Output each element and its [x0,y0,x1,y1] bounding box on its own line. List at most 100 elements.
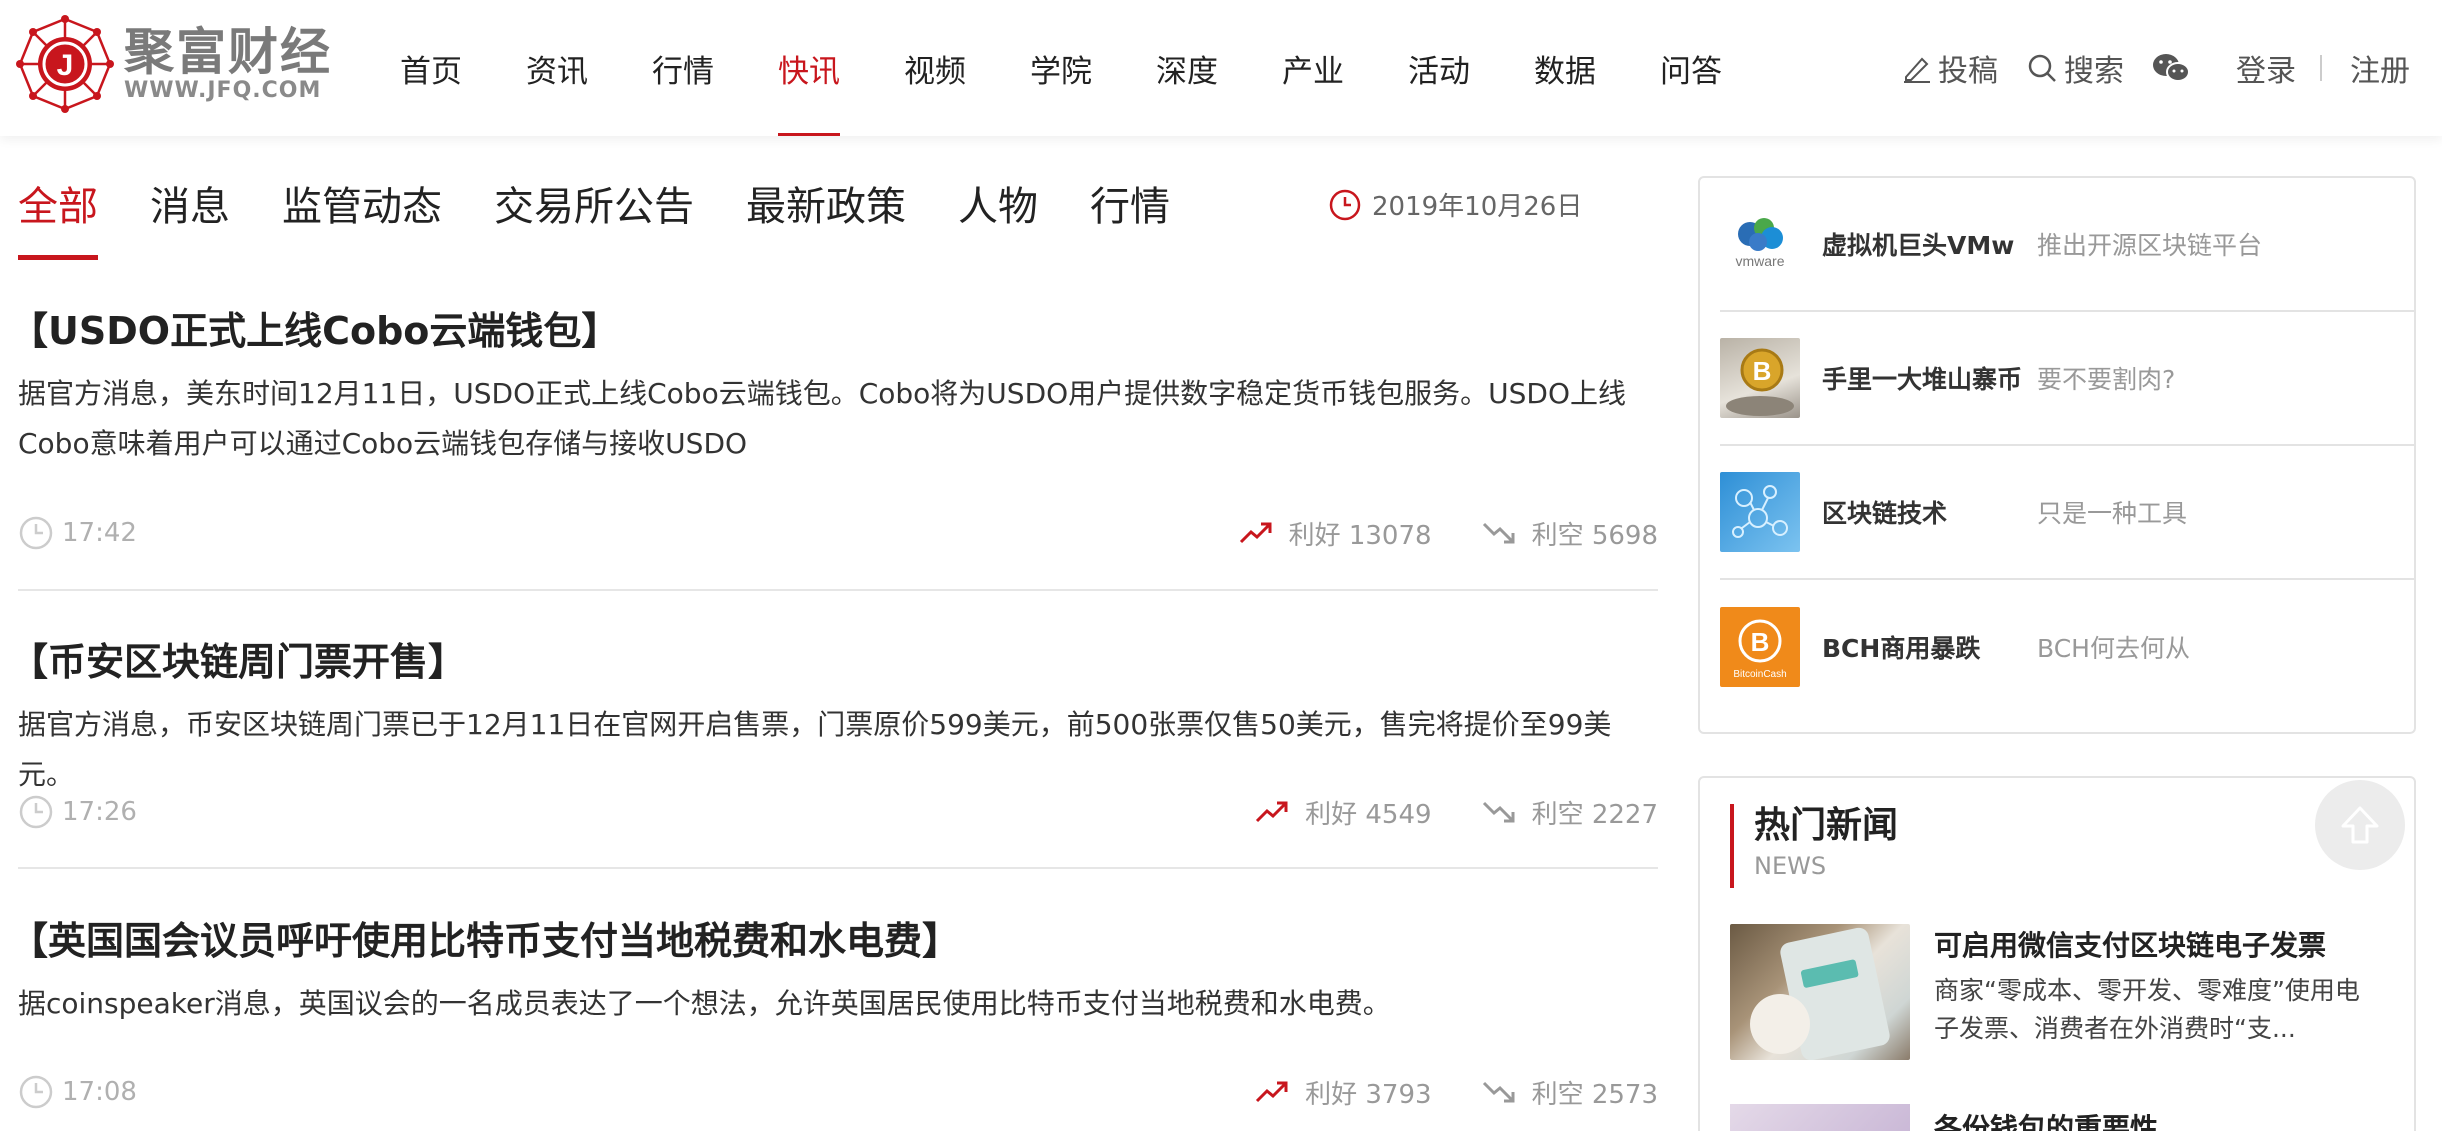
divider [18,589,1658,591]
bitcoin-cash-thumbnail: B BitcoinCash [1720,607,1800,687]
clock-icon [19,1075,53,1109]
invoice-thumbnail [1730,924,1910,1060]
topic-item[interactable]: B BitcoinCash BCH商用暴跌 BCH何去何从 [1720,580,2414,714]
svg-text:B: B [1751,627,1770,657]
news-item[interactable]: 【USDO正式上线Cobo云端钱包】 据官方消息，美东时间12月11日，USDO… [10,300,1658,469]
nav-item-events[interactable]: 活动 [1376,0,1502,136]
tab-exchange-notice[interactable]: 交易所公告 [494,172,694,260]
date-text: 2019年10月26日 [1372,192,1583,222]
news-time: 17:42 [18,515,137,551]
trend-up-icon [1239,522,1272,544]
hot-news-item[interactable]: 各份钱包的重要性 [1730,1104,2400,1131]
search-button[interactable]: 搜索 [2026,46,2124,90]
arrow-up-icon [2341,806,2379,844]
nav-item-video[interactable]: 视频 [872,0,998,136]
coin-thumbnail: B [1720,338,1800,418]
logo-url: WWW.JFQ.COM [124,78,322,103]
wechat-icon [2153,54,2190,82]
featured-topics: vmware 虚拟机巨头VMw 推出开源区块链平台 B 手里一大堆山寨币 要不要… [1698,176,2416,734]
topic-subtitle: BCH何去何从 [2037,634,2190,663]
main-nav: 首页 资讯 行情 快讯 视频 学院 深度 产业 活动 数据 问答 [368,0,1754,136]
svg-text:B: B [1753,356,1772,386]
news-meta: 17:42 利好 13078 利空 5698 [18,513,1658,553]
nav-item-industry[interactable]: 产业 [1250,0,1376,136]
tab-policy[interactable]: 最新政策 [746,172,906,260]
logo-icon: J [16,15,114,113]
news-title[interactable]: 【币安区块链周门票开售】 [10,631,1658,686]
nav-item-academy[interactable]: 学院 [998,0,1124,136]
news-item[interactable]: 【币安区块链周门票开售】 据官方消息，币安区块链周门票已于12月11日在官网开启… [10,631,1658,800]
category-tabs: 全部 消息 监管动态 交易所公告 最新政策 人物 行情 [18,172,1222,260]
news-body: 据官方消息，美东时间12月11日，USDO正式上线Cobo云端钱包。Cobo将为… [18,377,1627,460]
hot-news-panel: 热门新闻 NEWS 可启用微信支付区块链电子发票 商家“零成本、零开发、零难度”… [1698,776,2416,1131]
clock-icon [19,516,53,550]
submit-button[interactable]: 投稿 [1902,46,1998,90]
current-date: 2019年10月26日 [1328,186,1582,223]
bear-count: 利空 2573 [1531,1079,1658,1110]
bear-vote-button[interactable]: 利空 2227 [1482,794,1658,831]
bull-count: 利好 3793 [1305,1079,1432,1110]
topic-title: BCH商用暴跌 [1822,634,1981,663]
clock-icon [19,795,53,829]
divider [2320,55,2322,81]
trend-up-icon [1256,801,1288,823]
bull-count: 利好 4549 [1305,799,1432,830]
register-link[interactable]: 注册 [2350,46,2410,90]
logo-name: 聚富财经 [124,23,332,81]
bear-count: 利空 5698 [1531,520,1658,551]
tab-people[interactable]: 人物 [958,172,1038,260]
nav-item-news[interactable]: 资讯 [494,0,620,136]
bear-vote-button[interactable]: 利空 5698 [1482,515,1658,552]
header-actions: 投稿 搜索 登录 注册 [1874,0,2410,136]
bull-vote-button[interactable]: 利好 4549 [1255,794,1432,831]
topic-item[interactable]: 区块链技术 只是一种工具 [1720,446,2414,580]
divider [18,867,1658,869]
back-to-top-button[interactable] [2315,780,2405,870]
topic-subtitle: 要不要割肉? [2037,365,2176,394]
news-title[interactable]: 【英国国会议员呼吁使用比特币支付当地税费和水电费】 [10,910,1658,965]
nav-item-depth[interactable]: 深度 [1124,0,1250,136]
topic-title: 虚拟机巨头VMw [1822,231,2015,260]
clock-icon [1329,189,1361,220]
site-header: J 聚富财经 WWW.JFQ.COM 首页 资讯 行情 快讯 视频 学院 深度 … [0,0,2442,136]
hot-news-title: 热门新闻 [1754,805,1899,846]
trend-down-icon [1482,801,1515,823]
news-body: 据官方消息，币安区块链周门票已于12月11日在官网开启售票，门票原价599美元，… [18,708,1612,791]
wechat-button[interactable] [2152,52,2196,84]
hot-news-subtitle: NEWS [1754,852,1827,880]
bear-count: 利空 2227 [1531,799,1658,830]
bull-count: 利好 13078 [1288,520,1432,551]
tab-regulation[interactable]: 监管动态 [282,172,442,260]
news-item[interactable]: 【英国国会议员呼吁使用比特币支付当地税费和水电费】 据coinspeaker消息… [10,910,1658,1029]
bear-vote-button[interactable]: 利空 2573 [1482,1074,1658,1111]
nav-item-flash[interactable]: 快讯 [746,0,872,136]
topic-item[interactable]: vmware 虚拟机巨头VMw 推出开源区块链平台 [1720,178,2414,312]
news-title[interactable]: 【USDO正式上线Cobo云端钱包】 [10,300,1658,355]
bull-vote-button[interactable]: 利好 13078 [1239,515,1432,552]
bull-vote-button[interactable]: 利好 3793 [1255,1074,1432,1111]
trend-down-icon [1482,522,1515,544]
topic-subtitle: 只是一种工具 [2037,499,2188,528]
nav-item-home[interactable]: 首页 [368,0,494,136]
wallet-thumbnail [1730,1104,1910,1131]
nav-item-data[interactable]: 数据 [1502,0,1628,136]
topic-title: 区块链技术 [1822,499,1948,528]
login-link[interactable]: 登录 [2236,46,2296,90]
tab-messages[interactable]: 消息 [150,172,230,260]
tab-all[interactable]: 全部 [18,172,98,260]
hot-news-item[interactable]: 可启用微信支付区块链电子发票 商家“零成本、零开发、零难度”使用电 子发票、消费… [1730,924,2400,1064]
svg-text:BitcoinCash: BitcoinCash [1733,669,1786,680]
nav-item-qa[interactable]: 问答 [1628,0,1754,136]
trend-down-icon [1482,1081,1515,1103]
nav-item-market[interactable]: 行情 [620,0,746,136]
news-time: 17:26 [18,794,137,830]
site-logo[interactable]: J 聚富财经 WWW.JFQ.COM [16,14,332,114]
news-time-text: 17:08 [62,1077,137,1107]
tab-market[interactable]: 行情 [1090,172,1170,260]
search-label: 搜索 [2064,54,2124,89]
news-body: 据coinspeaker消息，英国议会的一名成员表达了一个想法，允许英国居民使用… [18,987,1391,1020]
vmware-thumbnail: vmware [1720,204,1800,284]
news-meta: 17:08 利好 3793 利空 2573 [18,1072,1658,1112]
news-meta: 17:26 利好 4549 利空 2227 [18,792,1658,832]
topic-item[interactable]: B 手里一大堆山寨币 要不要割肉? [1720,312,2414,446]
